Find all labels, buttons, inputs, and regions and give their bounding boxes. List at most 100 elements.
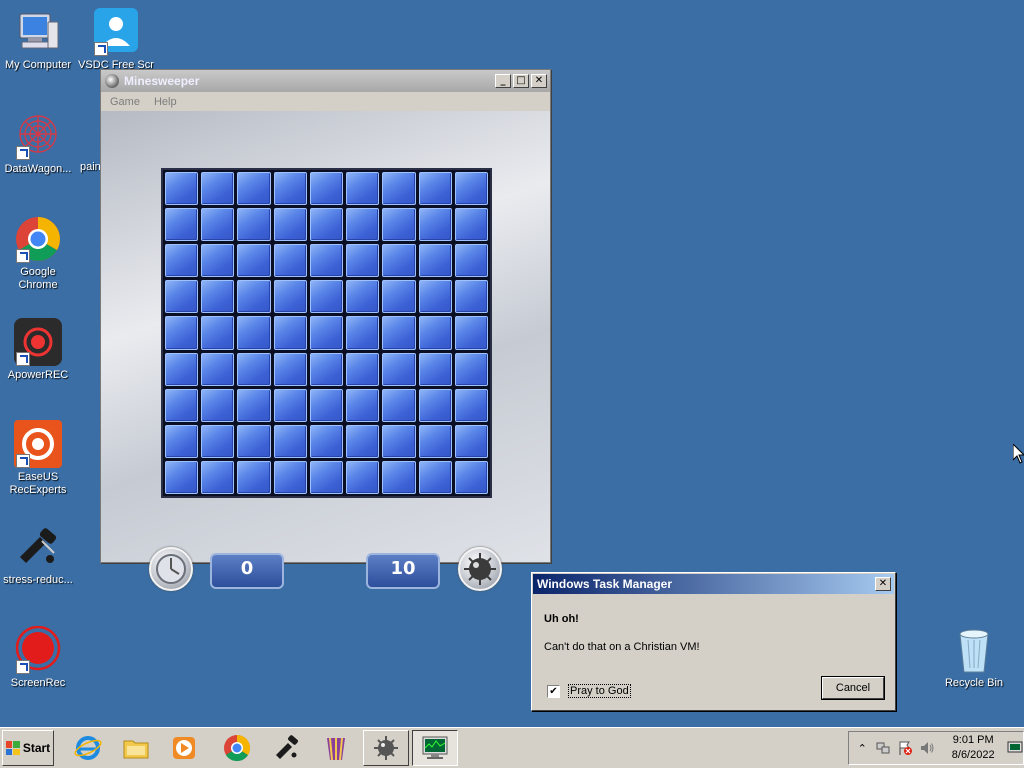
mine-tile[interactable] [201,244,235,278]
mine-tile[interactable] [346,208,380,242]
desktop-icon-easeus[interactable]: EaseUS RecExperts [0,420,76,497]
mine-tile[interactable] [418,460,452,494]
mine-tile[interactable] [201,352,235,386]
mine-tile[interactable] [382,280,416,314]
clock[interactable]: 9:01 PM 8/6/2022 [945,733,1001,763]
mine-tile[interactable] [309,244,344,278]
mine-tile[interactable] [309,316,344,350]
cancel-button[interactable]: Cancel [822,677,884,699]
mine-tile[interactable] [201,424,235,458]
desktop-icon-apowerrec[interactable]: ApowerREC [0,318,76,382]
mine-tile[interactable] [273,280,307,314]
mine-tile[interactable] [382,208,416,242]
mine-tile[interactable] [165,424,199,458]
network-icon[interactable] [875,740,891,756]
mine-tile[interactable] [237,352,271,386]
menu-game[interactable]: Game [110,96,140,108]
mine-tile[interactable] [346,316,380,350]
mine-tile[interactable] [418,424,452,458]
mine-tile[interactable] [273,388,307,422]
desktop-icon-screenrec[interactable]: ScreenRec [0,626,76,690]
mine-tile[interactable] [454,316,488,350]
mine-tile[interactable] [418,388,452,422]
show-desktop-icon[interactable] [1007,740,1023,756]
mine-tile[interactable] [201,460,235,494]
mine-tile[interactable] [382,316,416,350]
desktop-icon-datawagon[interactable]: DataWagon... [0,112,76,176]
mine-tile[interactable] [165,280,199,314]
mine-tile[interactable] [201,172,235,206]
mine-tile[interactable] [346,460,380,494]
taskbar-google-chrome[interactable] [214,730,260,766]
desktop-icon-my-computer[interactable]: My Computer [0,8,76,72]
mine-tile[interactable] [201,316,235,350]
taskbar-stress-reducer[interactable] [264,730,310,766]
mine-tile[interactable] [418,172,452,206]
mine-tile[interactable] [346,352,380,386]
desktop-icon-paint[interactable]: pain [80,161,102,174]
mine-tile[interactable] [273,460,307,494]
mine-tile[interactable] [309,280,344,314]
minimize-button[interactable]: _ [495,74,511,88]
minesweeper-window[interactable]: Minesweeper _ □ ✕ Game Help 0 10 [100,69,551,591]
mine-tile[interactable] [382,460,416,494]
mine-tile[interactable] [165,352,199,386]
taskbar-media-player[interactable] [161,730,207,766]
mine-tile[interactable] [165,208,199,242]
mine-tile[interactable] [382,352,416,386]
mine-tile[interactable] [418,316,452,350]
mine-tile[interactable] [454,280,488,314]
mine-tile[interactable] [309,208,344,242]
taskbar-task-manager[interactable] [412,730,458,766]
volume-icon[interactable] [919,740,935,756]
mine-tile[interactable] [382,172,416,206]
mine-tile[interactable] [165,244,199,278]
mine-tile[interactable] [309,352,344,386]
mine-tile[interactable] [454,208,488,242]
mine-tile[interactable] [165,460,199,494]
mine-tile[interactable] [201,280,235,314]
minesweeper-titlebar[interactable]: Minesweeper _ □ ✕ [101,70,550,92]
taskbar-winrar[interactable] [313,730,359,766]
mine-tile[interactable] [237,280,271,314]
mine-tile[interactable] [418,244,452,278]
mine-tile[interactable] [273,208,307,242]
dialog-titlebar[interactable]: Windows Task Manager ✕ [533,574,894,594]
desktop-icon-google-chrome[interactable]: Google Chrome [0,215,76,292]
mine-tile[interactable] [454,244,488,278]
mine-tile[interactable] [165,316,199,350]
mine-tile[interactable] [309,424,344,458]
pray-to-god-checkbox[interactable]: ✔ [547,684,560,698]
mine-tile[interactable] [237,388,271,422]
mine-tile[interactable] [382,244,416,278]
mine-tile[interactable] [273,424,307,458]
mine-tile[interactable] [165,388,199,422]
mine-tile[interactable] [237,316,271,350]
mine-tile[interactable] [237,208,271,242]
mine-tile[interactable] [201,208,235,242]
mine-tile[interactable] [346,388,380,422]
mine-tile[interactable] [237,172,271,206]
dialog-close-button[interactable]: ✕ [875,577,891,591]
taskbar-internet-explorer[interactable] [65,730,111,766]
pray-to-god-checkbox-row[interactable]: ✔ Pray to God [547,684,631,698]
checkbox-label[interactable]: Pray to God [568,684,631,698]
mine-tile[interactable] [382,424,416,458]
action-center-flag-icon[interactable] [897,740,913,756]
mine-tile[interactable] [454,424,488,458]
mine-tile[interactable] [346,244,380,278]
desktop-icon-recycle-bin[interactable]: Recycle Bin [936,626,1012,690]
mine-tile[interactable] [309,460,344,494]
mine-tile[interactable] [165,172,199,206]
mine-tile[interactable] [346,280,380,314]
mine-tile[interactable] [454,172,488,206]
mine-tile[interactable] [237,460,271,494]
maximize-button[interactable]: □ [513,74,529,88]
menu-help[interactable]: Help [154,96,177,108]
mine-tile[interactable] [418,352,452,386]
desktop-icon-stress-reducer[interactable]: stress-reduc... [0,523,76,587]
mine-tile[interactable] [454,352,488,386]
mine-tile[interactable] [201,388,235,422]
mine-tile[interactable] [454,460,488,494]
mine-tile[interactable] [454,388,488,422]
